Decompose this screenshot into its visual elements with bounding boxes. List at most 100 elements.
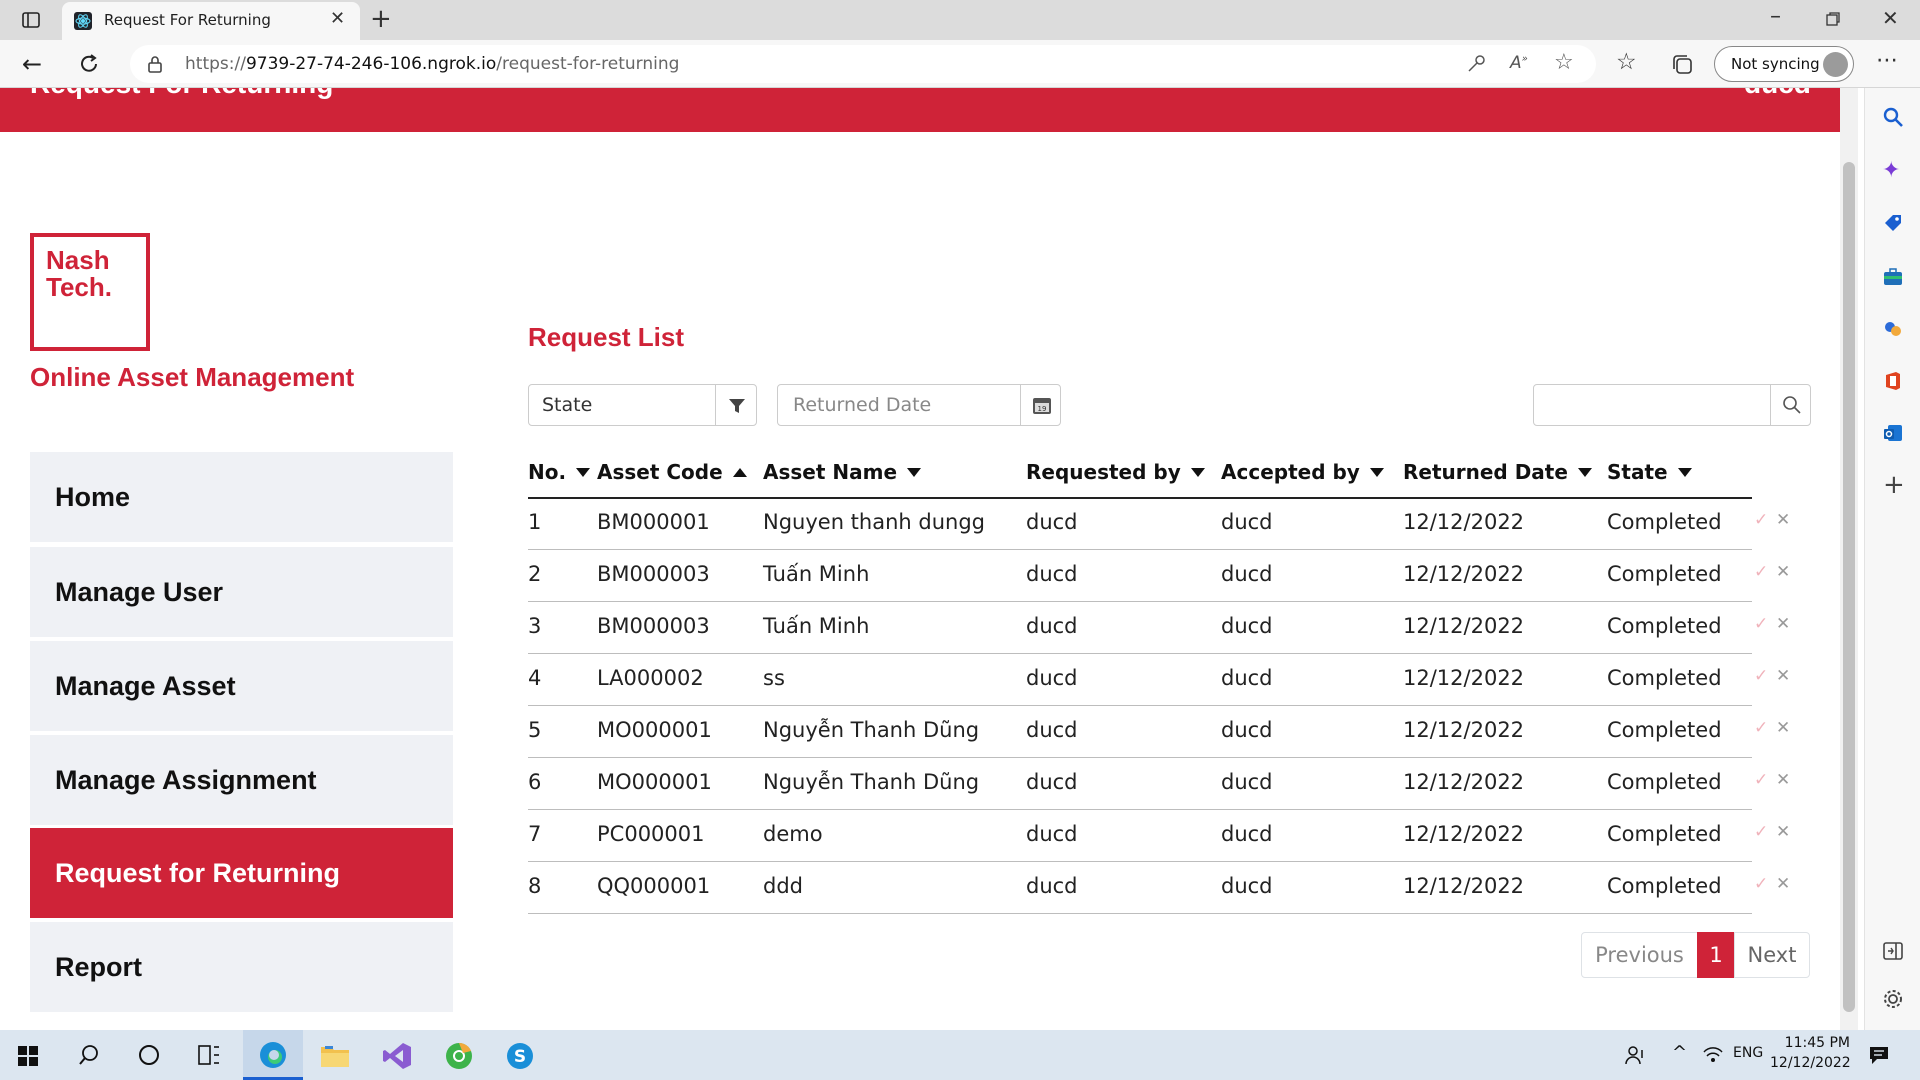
returned-date-field[interactable]: Returned Date 19	[777, 384, 1061, 426]
accept-check-icon[interactable]: ✓	[1754, 666, 1768, 686]
search-icon[interactable]	[1882, 106, 1904, 128]
cancel-x-icon[interactable]: ✕	[1776, 510, 1790, 530]
cancel-x-icon[interactable]: ✕	[1776, 770, 1790, 790]
new-tab-icon[interactable]: +	[370, 4, 392, 34]
more-options-icon[interactable]: ⋯	[1876, 48, 1898, 73]
nav-item-manage-user[interactable]: Manage User	[30, 547, 453, 637]
table-row[interactable]: 3 BM000003 Tuấn Minh ducd ducd 12/12/202…	[528, 602, 1790, 654]
tools-briefcase-icon[interactable]	[1882, 266, 1904, 288]
nav-item-report[interactable]: Report	[30, 922, 453, 1012]
nav-label: Manage User	[55, 576, 224, 607]
language-indicator[interactable]: ENG	[1733, 1045, 1763, 1061]
outlook-icon[interactable]	[1882, 422, 1904, 444]
people-icon[interactable]	[1624, 1044, 1646, 1066]
accept-check-icon[interactable]: ✓	[1754, 562, 1768, 582]
visual-studio-icon[interactable]	[382, 1042, 412, 1070]
minimize-icon[interactable]: –	[1770, 4, 1781, 29]
search-input[interactable]	[1533, 384, 1811, 426]
file-explorer-icon[interactable]	[320, 1042, 350, 1068]
nav-item-request-for-returning[interactable]: Request for Returning	[30, 828, 453, 918]
cell-asset-name: ss	[763, 666, 785, 690]
notifications-icon[interactable]	[1868, 1044, 1890, 1066]
chevron-up-icon[interactable]: ^	[1672, 1042, 1687, 1063]
table-row[interactable]: 2 BM000003 Tuấn Minh ducd ducd 12/12/202…	[528, 550, 1790, 602]
cancel-x-icon[interactable]: ✕	[1776, 822, 1790, 842]
skype-icon[interactable]: S	[505, 1041, 535, 1071]
back-arrow-icon[interactable]: ←	[22, 50, 42, 78]
accept-check-icon[interactable]: ✓	[1754, 874, 1768, 894]
table-row[interactable]: 4 LA000002 ss ducd ducd 12/12/2022 Compl…	[528, 654, 1790, 706]
discover-sparkle-icon[interactable]: ✦	[1882, 158, 1900, 183]
cancel-x-icon[interactable]: ✕	[1776, 718, 1790, 738]
close-window-icon[interactable]: ✕	[1882, 6, 1899, 30]
sort-desc-icon	[1677, 467, 1692, 477]
browser-tab[interactable]: Request For Returning ✕	[62, 2, 360, 40]
column-header-asset-name[interactable]: Asset Name	[763, 460, 922, 484]
accept-check-icon[interactable]: ✓	[1754, 510, 1768, 530]
column-header-asset-code[interactable]: Asset Code	[597, 460, 747, 484]
chrome-dev-icon[interactable]	[444, 1041, 474, 1071]
nav-item-manage-asset[interactable]: Manage Asset	[30, 641, 453, 731]
games-icon[interactable]	[1882, 318, 1904, 340]
column-header-state[interactable]: State	[1607, 460, 1692, 484]
filter-button[interactable]	[715, 385, 757, 425]
cancel-x-icon[interactable]: ✕	[1776, 562, 1790, 582]
table-row[interactable]: 1 BM000001 Nguyen thanh dungg ducd ducd …	[528, 498, 1790, 550]
calendar-icon: 19	[1032, 395, 1052, 415]
add-sidebar-app-icon[interactable]: +	[1883, 470, 1905, 500]
column-header-requested-by[interactable]: Requested by	[1026, 460, 1205, 484]
returned-date-placeholder: Returned Date	[793, 394, 932, 416]
calendar-button[interactable]: 19	[1020, 385, 1061, 425]
column-header-returned-date[interactable]: Returned Date	[1403, 460, 1592, 484]
accept-check-icon[interactable]: ✓	[1754, 718, 1768, 738]
restore-icon[interactable]	[1826, 12, 1840, 26]
favorites-icon[interactable]: ☆	[1616, 49, 1637, 75]
cortana-icon[interactable]	[139, 1045, 159, 1065]
clock[interactable]: 11:45 PM 12/12/2022	[1770, 1035, 1851, 1071]
windows-start-icon[interactable]	[18, 1046, 38, 1066]
shopping-tag-icon[interactable]	[1882, 212, 1904, 234]
column-header-accepted-by[interactable]: Accepted by	[1221, 460, 1384, 484]
wifi-icon[interactable]	[1702, 1044, 1724, 1064]
accept-check-icon[interactable]: ✓	[1754, 614, 1768, 634]
hide-sidebar-icon[interactable]	[1882, 940, 1904, 962]
cell-returned-date: 12/12/2022	[1403, 874, 1525, 898]
nav-item-manage-assignment[interactable]: Manage Assignment	[30, 735, 453, 825]
pagination-page-1[interactable]: 1	[1697, 932, 1735, 978]
taskbar-search-icon[interactable]	[78, 1044, 100, 1066]
state-filter[interactable]: State	[528, 384, 757, 426]
accept-check-icon[interactable]: ✓	[1754, 770, 1768, 790]
cell-accepted-by: ducd	[1221, 874, 1273, 898]
cell-asset-code: LA000002	[597, 666, 704, 690]
table-row[interactable]: 5 MO000001 Nguyễn Thanh Dũng ducd ducd 1…	[528, 706, 1790, 758]
table-row[interactable]: 8 QQ000001 ddd ducd ducd 12/12/2022 Comp…	[528, 862, 1790, 914]
column-header-no[interactable]: No.	[528, 460, 591, 484]
table-row[interactable]: 7 PC000001 demo ducd ducd 12/12/2022 Com…	[528, 810, 1790, 862]
cancel-x-icon[interactable]: ✕	[1776, 874, 1790, 894]
pagination-previous[interactable]: Previous	[1581, 932, 1698, 978]
task-view-icon[interactable]	[198, 1045, 220, 1065]
office-icon[interactable]	[1882, 370, 1904, 392]
accept-check-icon[interactable]: ✓	[1754, 822, 1768, 842]
lock-icon[interactable]	[148, 55, 162, 73]
settings-gear-icon[interactable]	[1882, 988, 1904, 1010]
tab-actions-icon[interactable]	[22, 12, 40, 28]
nav-item-home[interactable]: Home	[30, 452, 453, 542]
tab-close-icon[interactable]: ✕	[330, 8, 345, 29]
cancel-x-icon[interactable]: ✕	[1776, 614, 1790, 634]
collections-icon[interactable]	[1672, 54, 1694, 76]
taskbar-edge-button[interactable]	[243, 1030, 303, 1080]
cancel-x-icon[interactable]: ✕	[1776, 666, 1790, 686]
search-button[interactable]	[1770, 385, 1811, 425]
pagination-next[interactable]: Next	[1734, 932, 1810, 978]
read-aloud-icon[interactable]: A»	[1510, 53, 1528, 73]
header-user[interactable]: ducd	[1744, 88, 1811, 100]
address-bar[interactable]: https://9739-27-74-246-106.ngrok.io/requ…	[130, 45, 1596, 83]
add-favorite-icon[interactable]: ☆	[1554, 50, 1574, 75]
browser-tab-bar: Request For Returning ✕ + – ✕	[0, 0, 1920, 40]
profile-button[interactable]: Not syncing	[1714, 46, 1854, 82]
key-icon[interactable]	[1466, 54, 1486, 74]
refresh-icon[interactable]	[78, 53, 100, 75]
table-row[interactable]: 6 MO000001 Nguyễn Thanh Dũng ducd ducd 1…	[528, 758, 1790, 810]
scrollbar-thumb[interactable]	[1843, 162, 1855, 1012]
